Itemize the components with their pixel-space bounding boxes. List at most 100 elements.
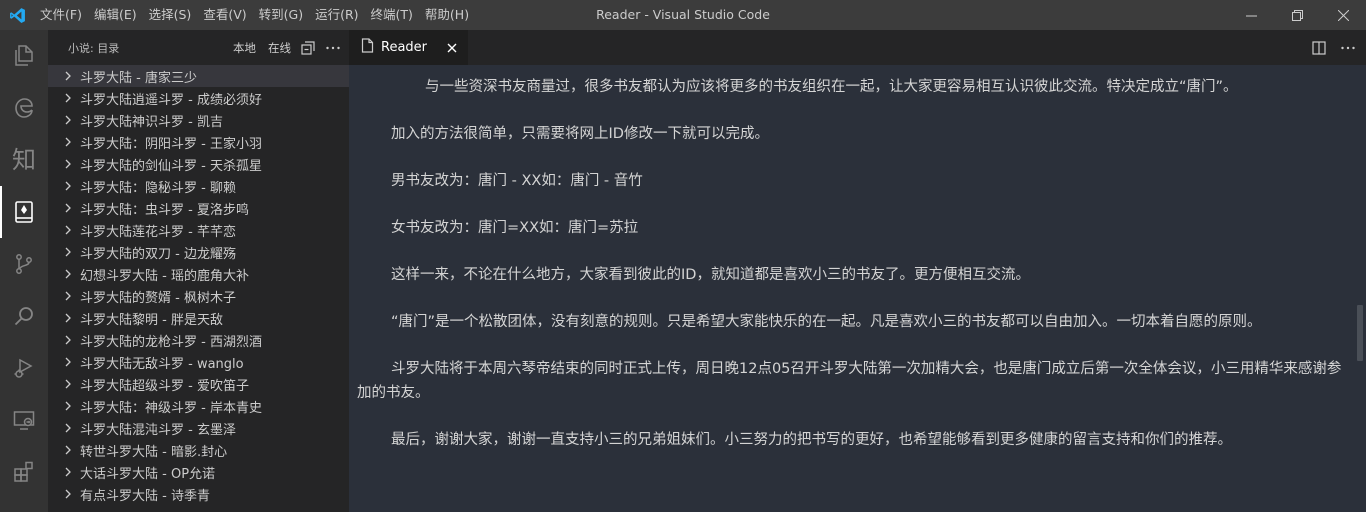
split-editor-icon[interactable] — [1312, 40, 1326, 55]
list-item[interactable]: 斗罗大陆的赘婿 - 枫树木子 — [48, 285, 349, 307]
extensions-icon[interactable] — [0, 446, 48, 498]
chevron-right-icon — [60, 219, 76, 241]
tab-label: Reader — [381, 40, 428, 55]
online-button[interactable]: 在线 — [268, 40, 291, 56]
zhi-icon[interactable]: 知 — [0, 134, 48, 186]
list-item-label: 斗罗大陆的剑仙斗罗 - 天杀孤星 — [80, 158, 262, 174]
list-item[interactable]: 斗罗大陆：神级斗罗 - 岸本青史 — [48, 395, 349, 417]
list-item[interactable]: 斗罗大陆逍遥斗罗 - 成绩必须好 — [48, 87, 349, 109]
close-icon[interactable] — [1320, 0, 1366, 30]
chevron-right-icon — [60, 351, 76, 373]
paragraph: “唐门”是一个松散团体，没有刻意的规则。只是希望大家能快乐的在一起。凡是喜欢小三… — [391, 314, 1262, 330]
sidebar-header: 小说: 目录 本地 在线 — [48, 30, 349, 65]
menu-item[interactable]: 选择(S) — [143, 0, 198, 30]
chevron-right-icon — [60, 329, 76, 351]
paragraph: 与一些资深书友商量过，很多书友都认为应该将更多的书友组织在一起，让大家更容易相互… — [425, 79, 1238, 95]
menu-item[interactable]: 文件(F) — [34, 0, 88, 30]
explorer-icon[interactable] — [0, 30, 48, 82]
list-item[interactable]: 斗罗大陆神识斗罗 - 凯吉 — [48, 109, 349, 131]
tab-reader[interactable]: Reader — [349, 30, 468, 65]
chevron-right-icon — [60, 461, 76, 483]
more-actions-icon[interactable] — [1340, 41, 1356, 55]
sidebar-title: 小说: 目录 — [68, 41, 120, 55]
chevron-right-icon — [60, 241, 76, 263]
editor-actions — [1298, 30, 1356, 65]
list-item-label: 斗罗大陆的赘婿 - 枫树木子 — [80, 290, 236, 306]
list-item[interactable]: 斗罗大陆的龙枪斗罗 - 西湖烈酒 — [48, 329, 349, 351]
tab-close-icon[interactable] — [442, 38, 462, 58]
local-button[interactable]: 本地 — [233, 40, 256, 56]
list-item[interactable]: 大话斗罗大陆 - OP允诺 — [48, 461, 349, 483]
list-item[interactable]: 转世斗罗大陆 - 暗影.封心 — [48, 439, 349, 461]
list-item[interactable]: 斗罗大陆无敌斗罗 - wanglo — [48, 351, 349, 373]
menu-item[interactable]: 查看(V) — [197, 0, 252, 30]
list-item-label: 斗罗大陆混沌斗罗 - 玄墨泽 — [80, 422, 236, 438]
list-item-label: 斗罗大陆 - 唐家三少 — [80, 70, 197, 86]
chevron-right-icon — [60, 307, 76, 329]
chevron-right-icon — [60, 417, 76, 439]
list-item-label: 大话斗罗大陆 - OP允诺 — [80, 466, 216, 482]
chevron-right-icon — [60, 439, 76, 461]
paragraph: 最后，谢谢大家，谢谢一直支持小三的兄弟姐妹们。小三努力的把书写的更好，也希望能够… — [391, 432, 1232, 448]
list-item[interactable]: 斗罗大陆的剑仙斗罗 - 天杀孤星 — [48, 153, 349, 175]
list-item-label: 斗罗大陆逍遥斗罗 - 成绩必须好 — [80, 92, 262, 108]
list-item[interactable]: 斗罗大陆黎明 - 胖是天敌 — [48, 307, 349, 329]
remote-explorer-icon[interactable] — [0, 394, 48, 446]
list-item[interactable]: 斗罗大陆混沌斗罗 - 玄墨泽 — [48, 417, 349, 439]
title-bar: 文件(F) 编辑(E) 选择(S) 查看(V) 转到(G) 运行(R) 终端(T) 帮助(H)… — [0, 0, 1366, 30]
chevron-right-icon — [60, 65, 76, 87]
menu-item[interactable]: 终端(T) — [365, 0, 419, 30]
paragraph: 这样一来，不论在什么地方，大家看到彼此的ID，就知道都是喜欢小三的书友了。更方便… — [391, 267, 1030, 283]
list-item[interactable]: 斗罗大陆：隐秘斗罗 - 聊赖 — [48, 175, 349, 197]
chevron-right-icon — [60, 197, 76, 219]
run-debug-icon[interactable] — [0, 342, 48, 394]
list-item[interactable]: 斗罗大陆超级斗罗 - 爱吹笛子 — [48, 373, 349, 395]
list-item[interactable]: 斗罗大陆：阴阳斗罗 - 王家小羽 — [48, 131, 349, 153]
paragraph: 斗罗大陆将于本周六琴帝结束的同时正式上传，周日晚12点05召开斗罗大陆第一次加精… — [357, 361, 1342, 401]
restore-icon[interactable] — [1274, 0, 1320, 30]
list-item-label: 转世斗罗大陆 - 暗影.封心 — [80, 444, 228, 460]
activity-bar: 知 — [0, 30, 48, 512]
list-item[interactable]: 斗罗大陆的双刀 - 边龙耀殇 — [48, 241, 349, 263]
chevron-right-icon — [60, 131, 76, 153]
list-item-label: 斗罗大陆：隐秘斗罗 - 聊赖 — [80, 180, 236, 196]
list-item[interactable]: 斗罗大陆莲花斗罗 - 芊芊恋 — [48, 219, 349, 241]
scrollbar-thumb[interactable] — [1357, 305, 1363, 361]
source-control-icon[interactable] — [0, 238, 48, 290]
list-item-label: 斗罗大陆的龙枪斗罗 - 西湖烈酒 — [80, 334, 262, 350]
menu-item[interactable]: 运行(R) — [309, 0, 364, 30]
menu-item[interactable]: 转到(G) — [253, 0, 309, 30]
collapse-all-icon[interactable] — [301, 40, 315, 55]
search-icon[interactable] — [0, 290, 48, 342]
menu-bar: 文件(F) 编辑(E) 选择(S) 查看(V) 转到(G) 运行(R) 终端(T) 帮助(H) — [34, 0, 475, 30]
list-item-label: 斗罗大陆黎明 - 胖是天敌 — [80, 312, 223, 328]
chevron-right-icon — [60, 483, 76, 505]
chevron-right-icon — [60, 153, 76, 175]
list-item-label: 斗罗大陆无敌斗罗 - wanglo — [80, 356, 244, 372]
scrollbar[interactable] — [1354, 65, 1366, 512]
sidebar: 小说: 目录 本地 在线 斗罗大陆 - 唐家三少斗罗大陆逍遥斗罗 - 成绩必须好… — [48, 30, 349, 512]
editor-area: Reader 与一些资深书友商量过，很多书友都认为应该将更多的书友组织在一起，让… — [349, 30, 1366, 512]
chevron-right-icon — [60, 87, 76, 109]
minimize-icon[interactable] — [1228, 0, 1274, 30]
list-item-label: 斗罗大陆超级斗罗 - 爱吹笛子 — [80, 378, 249, 394]
chevron-right-icon — [60, 395, 76, 417]
list-item-label: 斗罗大陆：神级斗罗 - 岸本青史 — [80, 400, 262, 416]
reader-icon[interactable] — [0, 186, 48, 238]
list-item[interactable]: 斗罗大陆：虫斗罗 - 夏洛步鸣 — [48, 197, 349, 219]
edge-icon[interactable] — [0, 82, 48, 134]
file-icon — [361, 38, 374, 57]
menu-item[interactable]: 帮助(H) — [419, 0, 475, 30]
list-item[interactable]: 斗罗大陆 - 唐家三少 — [48, 65, 349, 87]
reader-content[interactable]: 与一些资深书友商量过，很多书友都认为应该将更多的书友组织在一起，让大家更容易相互… — [349, 65, 1354, 512]
chevron-right-icon — [60, 109, 76, 131]
chevron-right-icon — [60, 285, 76, 307]
list-item[interactable]: 有点斗罗大陆 - 诗季青 — [48, 483, 349, 505]
list-item-label: 幻想斗罗大陆 - 瑶的鹿角大补 — [80, 268, 249, 284]
more-actions-icon[interactable] — [325, 41, 341, 55]
list-item-label: 斗罗大陆的双刀 - 边龙耀殇 — [80, 246, 236, 262]
tab-bar: Reader — [349, 30, 1366, 65]
list-item-label: 有点斗罗大陆 - 诗季青 — [80, 488, 210, 504]
list-item[interactable]: 幻想斗罗大陆 - 瑶的鹿角大补 — [48, 263, 349, 285]
menu-item[interactable]: 编辑(E) — [88, 0, 143, 30]
